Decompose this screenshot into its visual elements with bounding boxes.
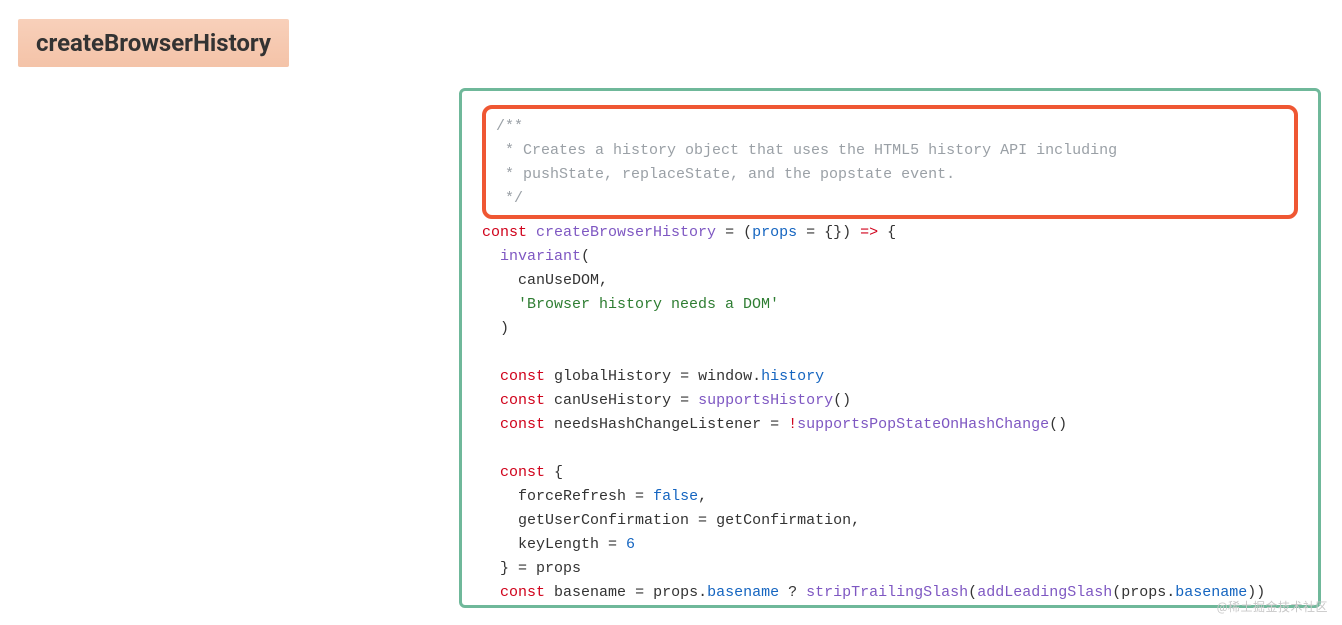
txt: ()	[1049, 416, 1067, 433]
ident: globalHistory	[554, 368, 671, 385]
txt: ,	[599, 272, 608, 289]
watermark-text: @稀土掘金技术社区	[1217, 600, 1328, 614]
txt: ?	[779, 584, 806, 601]
comment-highlight: /** * Creates a history object that uses…	[482, 105, 1298, 219]
txt: {	[554, 464, 563, 481]
bool: false	[653, 488, 698, 505]
txt: )	[500, 320, 509, 337]
txt: .	[698, 584, 707, 601]
prop: basename	[707, 584, 779, 601]
num: 6	[626, 536, 635, 553]
fn-name: createBrowserHistory	[536, 224, 716, 241]
fn: supportsHistory	[698, 392, 833, 409]
op: !	[788, 416, 797, 433]
ident: basename	[554, 584, 626, 601]
kw: const	[500, 584, 545, 601]
txt: =	[716, 224, 743, 241]
txt: = {})	[797, 224, 860, 241]
kw: const	[500, 392, 545, 409]
prop: history	[761, 368, 824, 385]
ident: window	[698, 368, 752, 385]
title-badge: createBrowserHistory	[18, 19, 289, 67]
comment-block: /** * Creates a history object that uses…	[496, 115, 1284, 211]
fn: addLeadingSlash	[977, 584, 1112, 601]
comment-line: /**	[496, 118, 523, 135]
kw: const	[482, 224, 527, 241]
fn: stripTrailingSlash	[806, 584, 968, 601]
txt: (	[581, 248, 590, 265]
ident: props	[653, 584, 698, 601]
txt: {	[878, 224, 896, 241]
comment-line: * pushState, replaceState, and the popst…	[496, 166, 955, 183]
ident: getUserConfirmation	[518, 512, 689, 529]
txt: .	[752, 368, 761, 385]
kw: const	[500, 416, 545, 433]
txt: ,	[698, 488, 707, 505]
fn: supportsPopStateOnHashChange	[797, 416, 1049, 433]
title-text: createBrowserHistory	[36, 29, 271, 57]
txt: = props	[509, 560, 581, 577]
comment-line: */	[496, 190, 523, 207]
ident: needsHashChangeListener	[554, 416, 761, 433]
ident: props	[752, 224, 797, 241]
ident: forceRefresh	[518, 488, 626, 505]
arrow: =>	[860, 224, 878, 241]
txt: .	[1166, 584, 1175, 601]
comment-line: * Creates a history object that uses the…	[496, 142, 1117, 159]
fn: invariant	[500, 248, 581, 265]
txt: }	[500, 560, 509, 577]
txt: (	[743, 224, 752, 241]
ident: canUseDOM	[518, 272, 599, 289]
ident: props	[1121, 584, 1166, 601]
str: 'Browser history needs a DOM'	[518, 296, 779, 313]
kw: const	[500, 464, 545, 481]
txt: ,	[851, 512, 860, 529]
kw: const	[500, 368, 545, 385]
code-panel: /** * Creates a history object that uses…	[459, 88, 1321, 608]
ident: canUseHistory	[554, 392, 671, 409]
txt: =	[626, 584, 653, 601]
txt: ()	[833, 392, 851, 409]
code-body: const createBrowserHistory = (props = {}…	[482, 221, 1298, 605]
ident: keyLength	[518, 536, 599, 553]
watermark: @稀土掘金技术社区	[1217, 598, 1328, 615]
ident: getConfirmation	[716, 512, 851, 529]
